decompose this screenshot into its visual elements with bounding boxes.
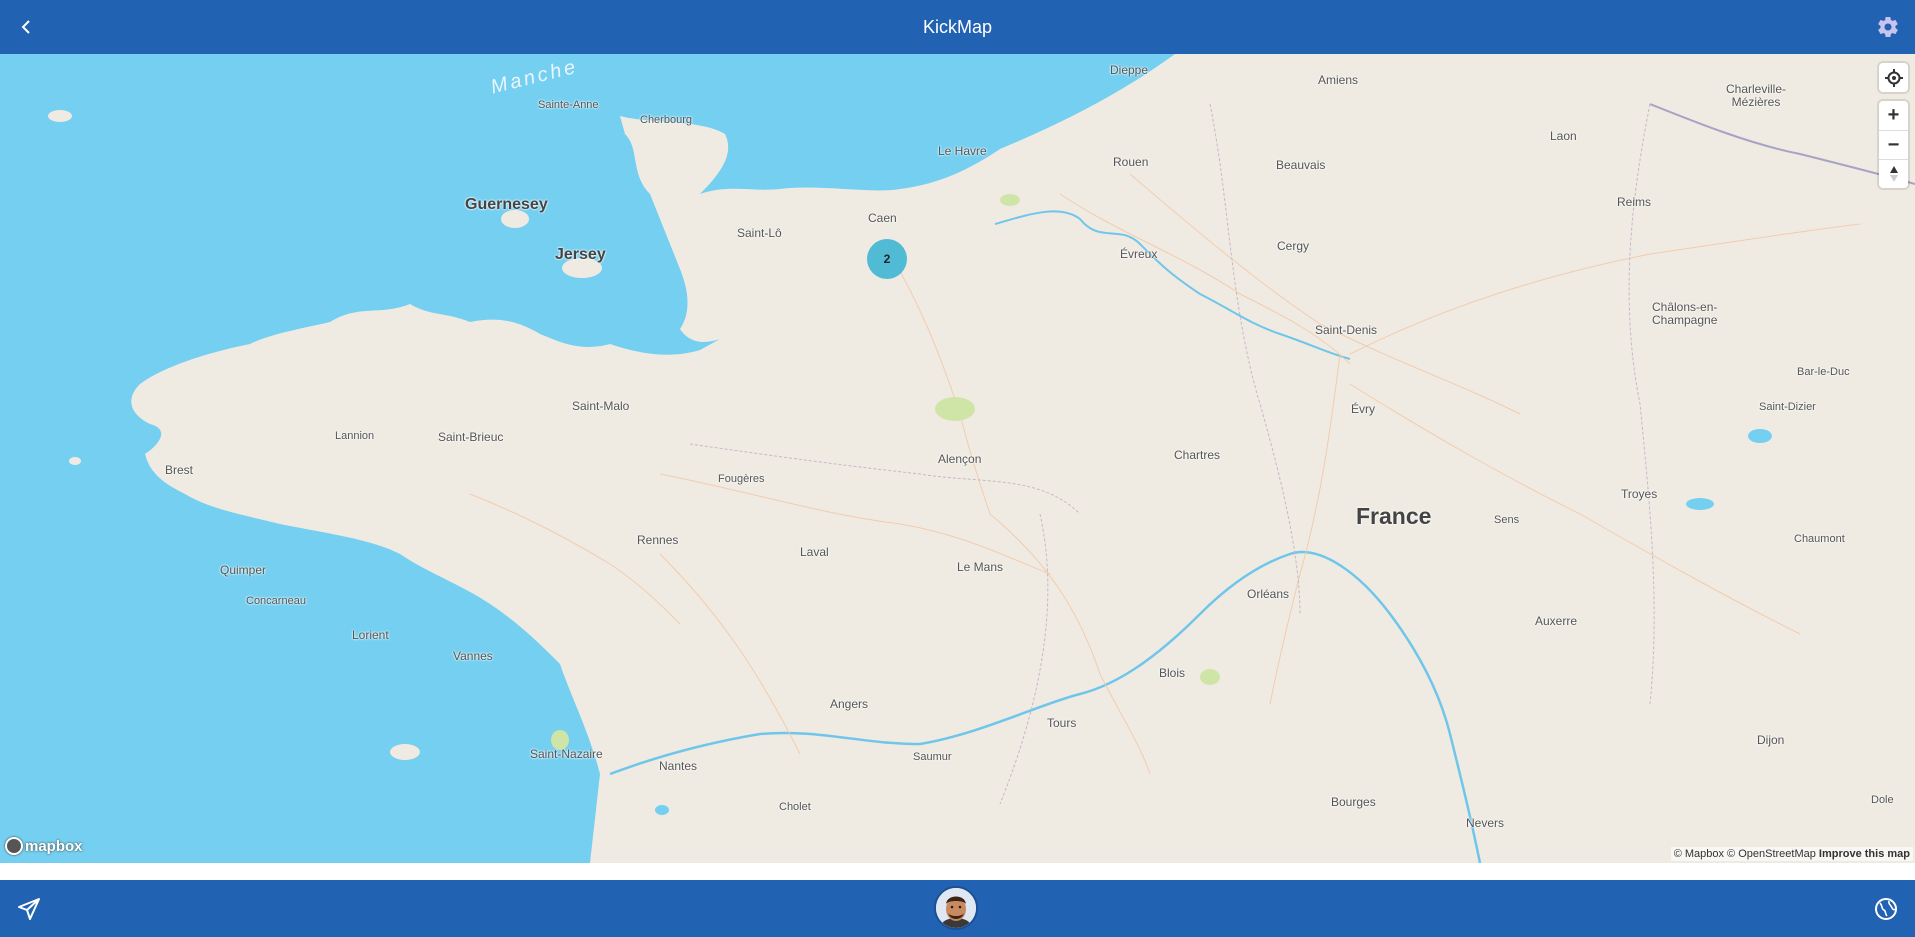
compass-icon [1889,166,1898,182]
place-label: Saint-Denis [1315,323,1378,337]
place-label: Sainte-Anne [538,99,599,111]
geolocate-button[interactable] [1879,63,1908,92]
place-label: Fougères [718,473,765,485]
place-label: Amiens [1318,73,1359,87]
mapbox-logo-text: mapbox [25,837,83,855]
compass-button[interactable] [1879,159,1908,188]
place-label: Beauvais [1276,158,1326,172]
improve-map-link[interactable]: Improve this map [1819,848,1910,860]
place-label: Dieppe [1110,63,1149,77]
place-label: Brest [165,463,194,477]
send-icon [18,898,40,920]
place-label: Dole [1871,794,1894,806]
globe-icon [1875,898,1897,920]
island-label-jersey: Jersey [555,246,606,263]
page-title: KickMap [922,16,993,37]
chevron-left-icon [21,20,30,34]
place-label: Rennes [637,533,679,547]
settings-button[interactable] [1873,12,1903,42]
crosshair-icon [1884,68,1903,87]
zoom-control: + − [1879,101,1908,188]
zoom-out-button[interactable]: − [1879,130,1908,159]
place-label: Saint-Dizier [1759,401,1816,413]
place-label: Saint-Malo [572,399,630,413]
place-label: Quimper [220,563,267,577]
place-label: Châlons-en-Champagne [1652,300,1718,327]
mapbox-logo-icon [5,837,23,855]
place-label: Reims [1617,195,1652,209]
cluster-marker[interactable]: 2 [867,239,907,279]
place-label: Nevers [1466,816,1505,830]
place-label: Laval [800,545,829,559]
map-attribution: © Mapbox © OpenStreetMap Improve this ma… [1670,847,1913,861]
place-label: Caen [868,211,897,225]
place-label: Saint-Nazaire [530,747,603,761]
place-label: Angers [830,697,869,711]
mapbox-logo[interactable]: mapbox [5,837,83,855]
place-label: Chaumont [1794,533,1845,545]
place-label: Lorient [352,628,389,642]
place-label: Chartres [1174,448,1221,462]
place-label: Rouen [1113,155,1149,169]
place-label: Tours [1047,716,1077,730]
geolocate-control [1879,63,1908,92]
place-label: Sens [1494,514,1520,526]
globe-button[interactable] [1871,894,1901,924]
place-label: Concarneau [246,595,306,607]
place-label: Vannes [453,649,493,663]
place-label: Bar-le-Duc [1797,366,1850,378]
avatar-icon [936,888,976,928]
place-label: Lannion [335,430,375,442]
zoom-in-button[interactable]: + [1879,101,1908,130]
map-canvas[interactable]: Manche Guernesey Jersey France Dieppe Am… [0,54,1915,863]
place-label: Bourges [1331,795,1376,809]
avatar[interactable] [934,886,978,930]
place-label: Évry [1351,402,1375,416]
place-label: Charleville-Mézières [1725,82,1787,109]
place-label: Laon [1550,129,1577,143]
place-label: Cholet [779,801,811,813]
back-button[interactable] [12,13,40,41]
bottom-bar [0,880,1915,937]
place-label: Le Mans [957,560,1004,574]
place-label: Saint-Lô [737,226,782,240]
place-label: Nantes [659,759,698,773]
place-label: Troyes [1621,487,1658,501]
send-button[interactable] [14,894,44,924]
place-label: Évreux [1120,247,1158,261]
attribution-text[interactable]: © Mapbox © OpenStreetMap [1674,848,1816,860]
place-label: Auxerre [1535,614,1578,628]
place-label: Le Havre [938,144,987,158]
island-label-guernesey: Guernesey [465,196,548,213]
place-label: Saint-Brieuc [438,430,504,444]
place-label: Saumur [913,751,952,763]
place-label: Dijon [1757,733,1785,747]
place-label: Blois [1159,666,1186,680]
gear-icon [1878,17,1898,38]
place-label: Cherbourg [640,114,692,126]
country-label-france: France [1356,503,1432,529]
place-label: Cergy [1277,239,1310,253]
place-label: Orléans [1247,587,1290,601]
place-label: Alençon [938,452,982,466]
app-header: KickMap [0,0,1915,54]
